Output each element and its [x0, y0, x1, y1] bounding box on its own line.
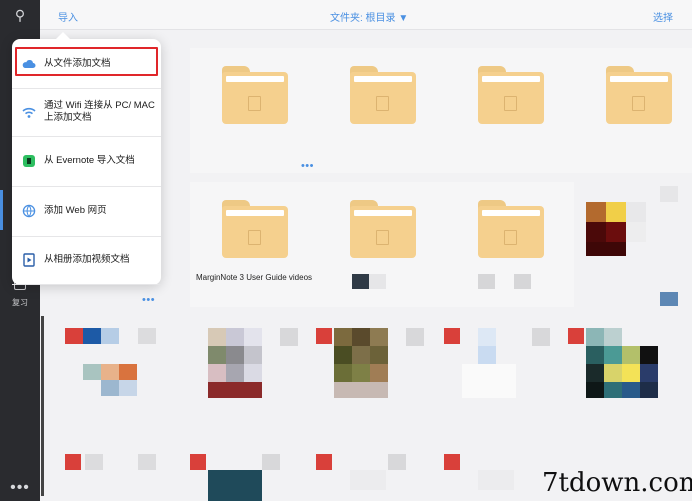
more-icon[interactable]: •••	[0, 478, 40, 498]
watermark: 7tdown.com	[542, 468, 692, 498]
menu-item-label: 从 Evernote 导入文档	[44, 155, 135, 166]
folder-icon	[478, 66, 544, 124]
menu-item-wifi-import[interactable]: 通过 Wifi 连接从 PC/ MAC 上添加文档	[12, 89, 161, 137]
folder-selector[interactable]: 文件夹: 根目录 ▼	[330, 9, 408, 24]
document-thumbnail[interactable]	[586, 186, 692, 306]
document-thumbnail[interactable]	[190, 454, 310, 501]
wifi-icon	[22, 107, 36, 118]
search-icon[interactable]: ⚲	[0, 5, 40, 25]
thumbnail-chip	[514, 274, 531, 289]
thumbnail-chip	[352, 274, 369, 289]
scrollbar[interactable]	[41, 316, 44, 496]
folder-card[interactable]	[574, 48, 692, 173]
folder-icon	[222, 200, 288, 258]
folder-caption: MarginNote 3 User Guide videos	[195, 273, 313, 282]
folder-card[interactable]	[318, 48, 446, 173]
menu-item-evernote-import[interactable]: 从 Evernote 导入文档	[12, 137, 161, 187]
document-thumbnail[interactable]	[568, 328, 692, 428]
folder-icon	[350, 200, 416, 258]
menu-item-video-from-album[interactable]: 从相册添加视频文档	[12, 237, 161, 285]
folder-card[interactable]	[318, 182, 446, 307]
globe-icon	[22, 204, 36, 218]
folder-card[interactable]: MarginNote 3 User Guide videos	[190, 182, 318, 307]
document-thumbnail[interactable]	[444, 328, 564, 428]
folder-icon	[350, 66, 416, 124]
top-bar: 导入 文件夹: 根目录 ▼ 选择	[40, 0, 692, 30]
folder-icon	[222, 66, 288, 124]
more-options-button[interactable]: •••	[301, 160, 314, 172]
video-icon	[23, 253, 35, 267]
menu-item-label: 通过 Wifi 连接从 PC/ MAC 上添加文档	[44, 100, 155, 123]
folder-icon	[478, 200, 544, 258]
document-thumbnail[interactable]	[316, 454, 436, 501]
folder-card[interactable]: •••	[190, 48, 318, 173]
highlight-box	[15, 47, 158, 76]
thumbnail-chip	[369, 274, 386, 289]
document-thumbnail[interactable]	[60, 454, 175, 501]
document-thumbnail[interactable]	[316, 328, 436, 428]
document-thumbnail[interactable]	[190, 328, 310, 428]
review-label: 复习	[12, 298, 28, 307]
import-menu: 从文件添加文档 通过 Wifi 连接从 PC/ MAC 上添加文档 从 Ever…	[12, 32, 161, 285]
thumbnail-chip	[478, 274, 495, 289]
select-button[interactable]: 选择	[653, 9, 673, 24]
menu-item-label: 添加 Web 网页	[44, 205, 107, 216]
popover-caret	[56, 32, 70, 39]
menu-item-add-web[interactable]: 添加 Web 网页	[12, 187, 161, 237]
evernote-icon	[23, 155, 35, 167]
folder-card[interactable]	[446, 48, 574, 173]
folder-icon	[606, 66, 672, 124]
active-indicator	[0, 190, 3, 230]
more-options-button[interactable]: •••	[142, 294, 155, 306]
folder-card[interactable]	[446, 182, 574, 307]
import-button[interactable]: 导入	[58, 9, 78, 24]
menu-item-label: 从相册添加视频文档	[44, 254, 130, 265]
document-thumbnail[interactable]	[60, 328, 175, 428]
